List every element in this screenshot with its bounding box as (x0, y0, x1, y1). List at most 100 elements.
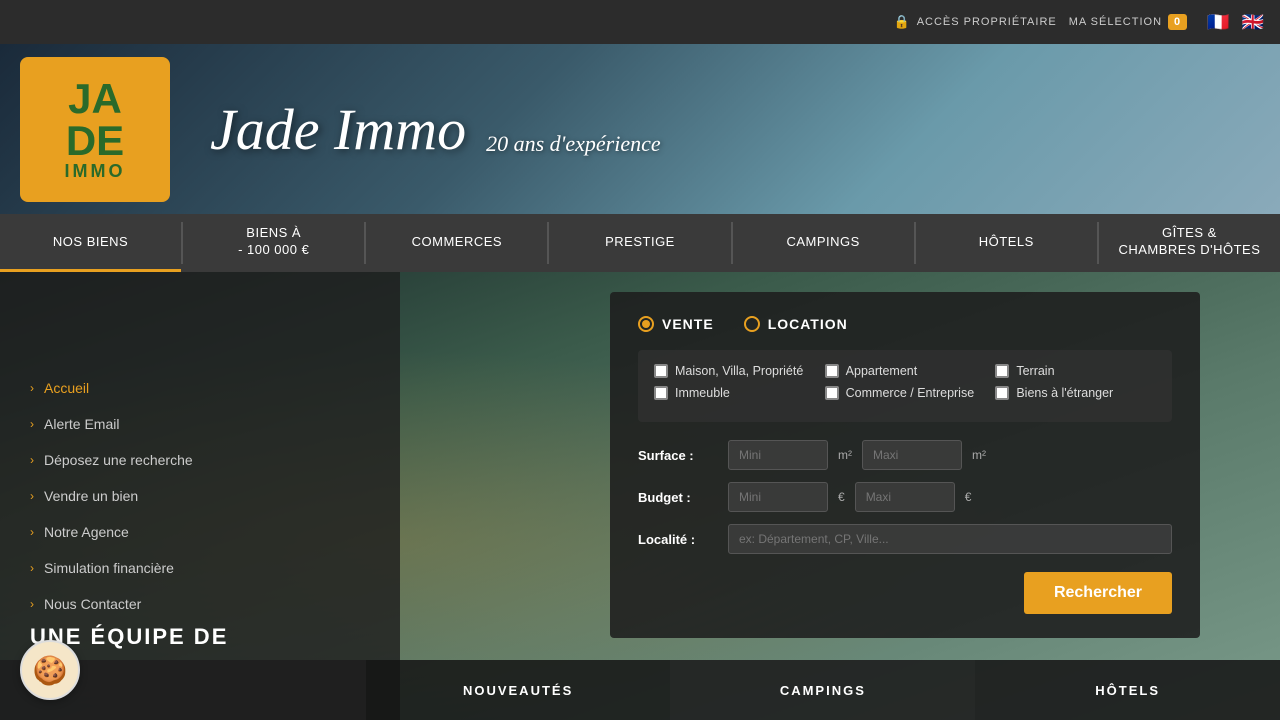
logo-jade: JA DE (65, 78, 126, 162)
selection-count: 0 (1168, 14, 1187, 30)
budget-label: Budget : (638, 490, 718, 505)
nav-item-biens-100k[interactable]: Biens à- 100 000 € (183, 214, 364, 272)
logo-immo: IMMO (65, 162, 126, 180)
radio-location-label: LOCATION (768, 316, 848, 332)
sidebar-label-alerte: Alerte Email (44, 416, 119, 432)
cb-immeuble[interactable] (654, 386, 668, 400)
sidebar-item-simulation[interactable]: › Simulation financière (30, 550, 370, 586)
surface-maxi-input[interactable] (862, 440, 962, 470)
checkbox-immeuble[interactable]: Immeuble (654, 386, 815, 400)
nav-item-prestige[interactable]: Prestige (549, 214, 730, 272)
budget-mini-input[interactable] (728, 482, 828, 512)
logo-de: DE (66, 117, 124, 164)
access-label: ACCÈS PROPRIÉTAIRE (917, 16, 1057, 28)
logo-container: JA DE IMMO (20, 57, 170, 202)
nav-item-campings[interactable]: Campings (733, 214, 914, 272)
radio-group: VENTE LOCATION (638, 316, 1172, 332)
sidebar-label-contact: Nous Contacter (44, 596, 141, 612)
checkbox-maison[interactable]: Maison, Villa, Propriété (654, 364, 815, 378)
header: JA DE IMMO Jade Immo 20 ans d'expérience (0, 44, 1280, 214)
selection-link[interactable]: MA SÉLECTION 0 (1069, 14, 1187, 30)
cb-maison-label: Maison, Villa, Propriété (675, 364, 803, 378)
nav-item-gites[interactable]: Gîtes &Chambres d'Hôtes (1099, 214, 1280, 272)
logo-ja: JA (68, 75, 122, 122)
sidebar-item-vendre[interactable]: › Vendre un bien (30, 478, 370, 514)
bottom-tab-hotels-label: HÔTELS (1095, 683, 1160, 698)
search-button[interactable]: Rechercher (1024, 572, 1172, 614)
checkbox-terrain[interactable]: Terrain (995, 364, 1156, 378)
radio-vente-circle[interactable] (638, 316, 654, 332)
sidebar-label-vendre: Vendre un bien (44, 488, 138, 504)
main-area: › Accueil › Alerte Email › Déposez une r… (0, 272, 1280, 720)
nav-item-nos-biens[interactable]: Nos biens (0, 214, 181, 272)
budget-maxi-input[interactable] (855, 482, 955, 512)
cb-immeuble-label: Immeuble (675, 386, 730, 400)
sidebar-item-deposez[interactable]: › Déposez une recherche (30, 442, 370, 478)
flag-french[interactable]: 🇫🇷 (1207, 12, 1229, 33)
logo-inner: JA DE IMMO (65, 78, 126, 180)
cookie-button[interactable]: 🍪 (20, 640, 80, 700)
surface-row: Surface : m² m² (638, 440, 1172, 470)
access-link[interactable]: 🔒 ACCÈS PROPRIÉTAIRE (894, 14, 1057, 30)
bottom-tab-hotels[interactable]: HÔTELS (975, 660, 1280, 720)
cb-terrain[interactable] (995, 364, 1009, 378)
cb-etranger[interactable] (995, 386, 1009, 400)
checkbox-appartement[interactable]: Appartement (825, 364, 986, 378)
arrow-icon-vendre: › (30, 489, 34, 503)
arrow-icon-deposez: › (30, 453, 34, 467)
sidebar-item-agence[interactable]: › Notre Agence (30, 514, 370, 550)
sidebar-item-alerte[interactable]: › Alerte Email (30, 406, 370, 442)
sidebar-label-simulation: Simulation financière (44, 560, 174, 576)
cb-etranger-label: Biens à l'étranger (1016, 386, 1113, 400)
main-nav: Nos biens Biens à- 100 000 € Commerces P… (0, 214, 1280, 272)
budget-row: Budget : € € (638, 482, 1172, 512)
checkbox-commerce[interactable]: Commerce / Entreprise (825, 386, 986, 400)
surface-mini-unit: m² (838, 448, 852, 462)
search-panel: VENTE LOCATION Maison, Villa, Propriété … (610, 292, 1200, 638)
localite-input[interactable] (728, 524, 1172, 554)
localite-row: Localité : (638, 524, 1172, 554)
radio-location-circle[interactable] (744, 316, 760, 332)
cb-maison[interactable] (654, 364, 668, 378)
lock-icon: 🔒 (894, 14, 911, 30)
cb-commerce[interactable] (825, 386, 839, 400)
arrow-icon-simulation: › (30, 561, 34, 575)
arrow-icon-alerte: › (30, 417, 34, 431)
top-bar: 🔒 ACCÈS PROPRIÉTAIRE MA SÉLECTION 0 🇫🇷 🇬… (0, 0, 1280, 44)
flag-english[interactable]: 🇬🇧 (1242, 12, 1264, 33)
radio-vente-label: VENTE (662, 316, 714, 332)
cb-appartement[interactable] (825, 364, 839, 378)
cb-appartement-label: Appartement (846, 364, 918, 378)
surface-maxi-unit: m² (972, 448, 986, 462)
surface-label: Surface : (638, 448, 718, 463)
localite-label: Localité : (638, 532, 718, 547)
sidebar-label-agence: Notre Agence (44, 524, 129, 540)
checkbox-etranger[interactable]: Biens à l'étranger (995, 386, 1156, 400)
nav-item-hotels[interactable]: Hôtels (916, 214, 1097, 272)
cookie-icon: 🍪 (33, 654, 68, 687)
bottom-tabs: NOUVEAUTÉS CAMPINGS HÔTELS (0, 660, 1280, 720)
budget-mini-unit: € (838, 490, 845, 504)
arrow-icon-contact: › (30, 597, 34, 611)
radio-location[interactable]: LOCATION (744, 316, 848, 332)
header-subtitle: 20 ans d'expérience (486, 131, 661, 157)
selection-label: MA SÉLECTION (1069, 16, 1162, 28)
sidebar-label-deposez: Déposez une recherche (44, 452, 193, 468)
bottom-tab-campings[interactable]: CAMPINGS (670, 660, 975, 720)
checkboxes-grid: Maison, Villa, Propriété Appartement Ter… (638, 350, 1172, 422)
sidebar-item-accueil[interactable]: › Accueil (30, 370, 370, 406)
logo-box[interactable]: JA DE IMMO (20, 57, 170, 202)
sidebar-item-contact[interactable]: › Nous Contacter (30, 586, 370, 622)
sidebar-label-accueil: Accueil (44, 380, 89, 396)
bottom-tab-nouveautes-label: NOUVEAUTÉS (463, 683, 573, 698)
cb-commerce-label: Commerce / Entreprise (846, 386, 975, 400)
nav-item-commerces[interactable]: Commerces (366, 214, 547, 272)
header-title: Jade Immo (210, 96, 466, 163)
budget-maxi-unit: € (965, 490, 972, 504)
search-btn-container: Rechercher (638, 566, 1172, 614)
bottom-tab-nouveautes[interactable]: NOUVEAUTÉS (366, 660, 671, 720)
surface-mini-input[interactable] (728, 440, 828, 470)
arrow-icon-accueil: › (30, 381, 34, 395)
bottom-tab-campings-label: CAMPINGS (780, 683, 866, 698)
radio-vente[interactable]: VENTE (638, 316, 714, 332)
